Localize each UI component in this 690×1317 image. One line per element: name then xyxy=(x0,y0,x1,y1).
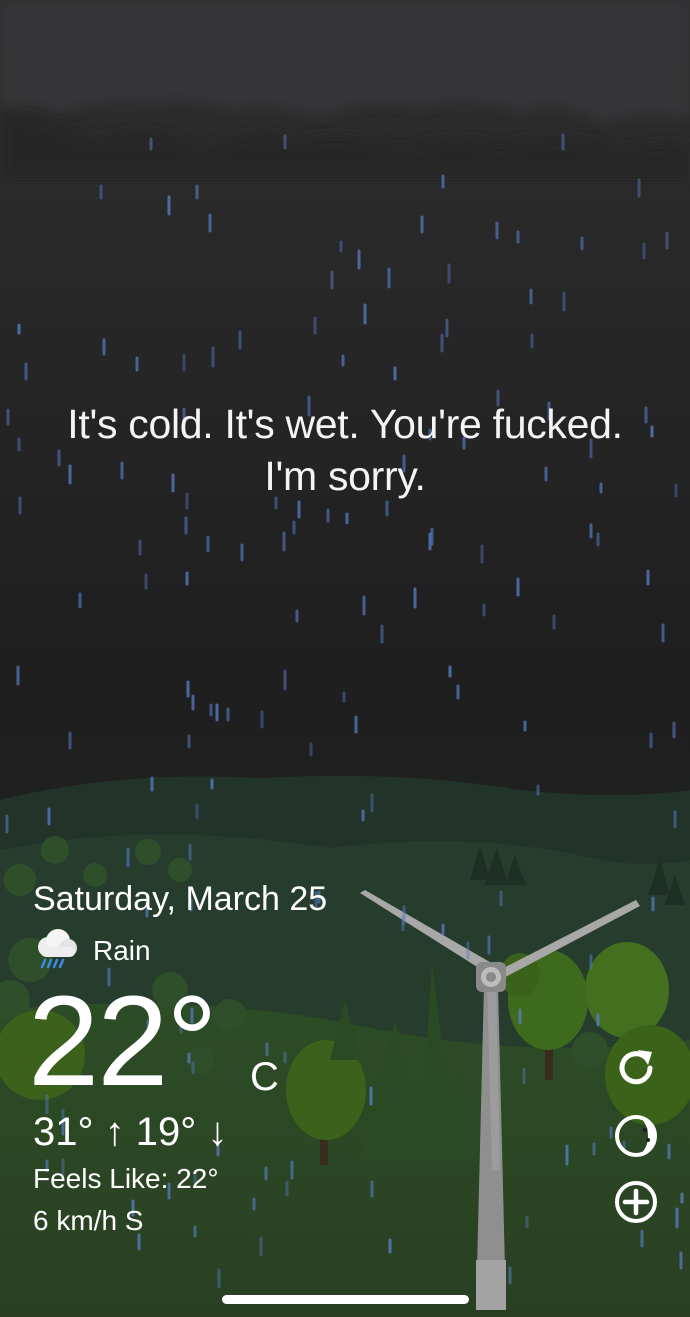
message-line-2: I'm sorry. xyxy=(264,453,426,499)
temperature-unit: C xyxy=(250,1055,279,1099)
theme-button[interactable] xyxy=(612,1112,660,1160)
condition-label: Rain xyxy=(93,935,151,966)
home-indicator[interactable] xyxy=(222,1295,469,1304)
wind-speed: 6 km/h S xyxy=(33,1205,144,1236)
message-line-1: It's cold. It's wet. You're fucked. xyxy=(67,401,623,447)
moon-phase-icon xyxy=(615,1115,657,1157)
add-location-button[interactable] xyxy=(612,1178,660,1226)
forecast-date: Saturday, March 25 xyxy=(33,880,328,918)
refresh-button[interactable] xyxy=(612,1044,660,1092)
add-location-icon xyxy=(615,1181,657,1223)
high-low-temperature: 31° ↑ 19° ↓ xyxy=(33,1110,228,1154)
rain-cloud-icon xyxy=(33,927,79,976)
feels-like: Feels Like: 22° xyxy=(33,1163,219,1194)
refresh-icon xyxy=(619,1050,653,1085)
current-temperature: 22° xyxy=(28,970,218,1113)
condition-row: Rain xyxy=(33,926,151,976)
weather-message: It's cold. It's wet. You're fucked. I'm … xyxy=(0,398,690,502)
